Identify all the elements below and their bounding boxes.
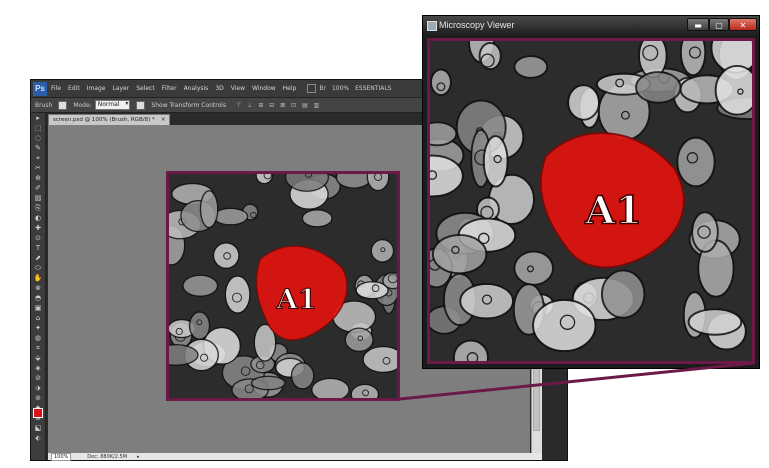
tool-icon[interactable]: ✚ <box>33 224 43 232</box>
tool-icon[interactable]: ⊙ <box>33 234 43 242</box>
tool-icon[interactable]: ▸ <box>33 114 43 122</box>
document-tab[interactable]: screen.psd @ 100% (Brush, RGB/8) * × <box>48 114 170 125</box>
region-label: A1 <box>276 285 317 316</box>
tool-icon[interactable]: ✦ <box>33 324 43 332</box>
minimize-button[interactable]: ▬ <box>687 18 709 31</box>
tool-icon[interactable]: ⌖ <box>33 154 43 162</box>
tool-list: ▸⬚◌✎⌖✂⊕✐▨⎘◐✚⊙T⬈⬭✋⊗◓▣⌂✦◍⌗⬙◈⊘⬗⊚⬘⊛⬕⬖ <box>31 114 45 442</box>
menu-filter[interactable]: Filter <box>162 85 177 92</box>
bridge-button[interactable] <box>307 84 317 93</box>
tool-icon[interactable]: ⎘ <box>33 204 43 212</box>
menu-analysis[interactable]: Analysis <box>184 85 209 92</box>
show-transform-checkbox[interactable] <box>136 100 146 110</box>
tool-icon[interactable]: ⊕ <box>33 174 43 182</box>
menu-select[interactable]: Select <box>136 85 155 92</box>
menubar-controls: Br 100% ESSENTIALS <box>307 84 397 93</box>
status-menu-arrow-icon[interactable]: ▸ <box>137 454 140 460</box>
menu-window[interactable]: Window <box>252 85 276 92</box>
window-icon <box>427 21 437 31</box>
align-buttons[interactable]: ⊤ ⊥ ⊞ ⊟ ⊠ ⊡ ▤ ▥ <box>236 102 321 109</box>
tool-icon[interactable]: ⬕ <box>33 424 43 432</box>
tool-icon[interactable]: ✋ <box>33 274 43 282</box>
menu-file[interactable]: File <box>51 85 61 92</box>
tool-icon[interactable]: ⬈ <box>33 254 43 262</box>
workspace-switcher[interactable]: ESSENTIALS <box>355 85 391 92</box>
tool-icon[interactable]: ⊘ <box>33 374 43 382</box>
micrograph-image: A1 <box>169 174 397 398</box>
tool-icon[interactable]: ⌗ <box>33 344 43 352</box>
close-button[interactable]: ✕ <box>729 18 757 31</box>
menu-3d[interactable]: 3D <box>215 85 223 92</box>
region-label-zoomed: A1 <box>584 189 642 234</box>
tool-icon[interactable]: ⊗ <box>33 284 43 292</box>
microscopy-viewer-window: Microscopy Viewer ▬ ▢ ✕ A1 <box>422 15 760 369</box>
tool-icon[interactable]: ◓ <box>33 294 43 302</box>
auto-select-checkbox[interactable] <box>58 100 68 110</box>
tool-icon[interactable]: ⬙ <box>33 354 43 362</box>
tool-icon[interactable]: ◌ <box>33 134 43 142</box>
show-transform-label: Show Transform Controls <box>151 101 227 109</box>
tool-icon[interactable]: ⌂ <box>33 314 43 322</box>
tool-icon[interactable]: ⬖ <box>33 434 43 442</box>
status-bar: 100% Doc: 880K/2.5M ▸ <box>48 452 542 461</box>
tools-panel: ▸⬚◌✎⌖✂⊕✐▨⎘◐✚⊙T⬈⬭✋⊗◓▣⌂✦◍⌗⬙◈⊘⬗⊚⬘⊛⬕⬖ <box>31 113 46 460</box>
mode-label: Mode: <box>73 101 92 109</box>
menu-view[interactable]: View <box>231 85 245 92</box>
tool-icon[interactable]: ⬗ <box>33 384 43 392</box>
menu-layer[interactable]: Layer <box>112 85 129 92</box>
document-info: Doc: 880K/2.5M <box>87 453 128 460</box>
app-logo-icon: Ps <box>33 81 47 96</box>
bridge-label: Br <box>319 85 326 92</box>
canvas-micrograph[interactable]: A1 <box>166 171 400 401</box>
menu-edit[interactable]: Edit <box>68 85 80 92</box>
tool-icon[interactable]: ◐ <box>33 214 43 222</box>
close-icon[interactable]: × <box>161 115 166 125</box>
tool-icon[interactable]: ⬭ <box>33 264 43 272</box>
tool-icon[interactable]: T <box>33 244 43 252</box>
tool-icon[interactable]: ◈ <box>33 364 43 372</box>
micrograph-image-zoomed: A1 <box>430 41 752 361</box>
maximize-button[interactable]: ▢ <box>709 18 729 31</box>
tool-icon[interactable]: ▨ <box>33 194 43 202</box>
viewer-micrograph[interactable]: A1 <box>427 38 755 364</box>
tool-icon[interactable]: ✐ <box>33 184 43 192</box>
viewer-title: Microscopy Viewer <box>439 20 515 30</box>
viewer-title-bar[interactable]: Microscopy Viewer ▬ ▢ ✕ <box>423 16 759 36</box>
tool-icon[interactable]: ⬚ <box>33 124 43 132</box>
zoom-level-field[interactable]: 100% <box>51 452 72 461</box>
zoom-dropdown[interactable]: 100% <box>332 85 349 92</box>
document-tab-label: screen.psd @ 100% (Brush, RGB/8) * <box>53 117 155 123</box>
mode-select[interactable]: Normal <box>94 100 131 110</box>
tool-preset-picker[interactable]: Brush <box>35 102 52 109</box>
menu-image[interactable]: Image <box>87 85 106 92</box>
tool-icon[interactable]: ◍ <box>33 334 43 342</box>
tool-icon[interactable]: ✎ <box>33 144 43 152</box>
tool-icon[interactable]: ▣ <box>33 304 43 312</box>
tool-icon[interactable]: ✂ <box>33 164 43 172</box>
foreground-color-swatch[interactable] <box>33 408 43 418</box>
tool-icon[interactable]: ⊚ <box>33 394 43 402</box>
menu-help[interactable]: Help <box>283 85 297 92</box>
